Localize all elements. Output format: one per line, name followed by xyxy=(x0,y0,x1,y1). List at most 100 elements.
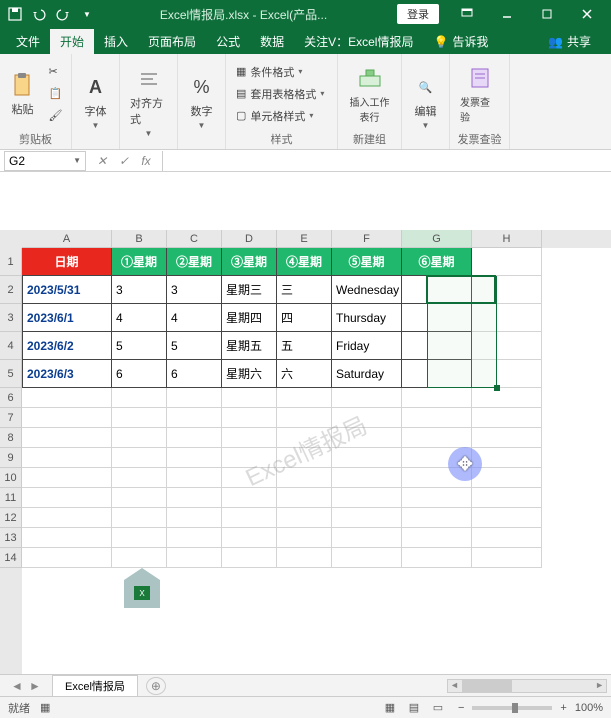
cell[interactable] xyxy=(167,388,222,408)
cell[interactable] xyxy=(472,528,542,548)
zoom-slider[interactable] xyxy=(472,706,552,710)
data-cell[interactable]: 星期六 xyxy=(222,360,277,388)
cell[interactable] xyxy=(277,468,332,488)
data-cell[interactable]: 五 xyxy=(277,332,332,360)
data-cell[interactable] xyxy=(402,360,472,388)
cell[interactable] xyxy=(277,528,332,548)
date-cell[interactable]: 2023/5/31 xyxy=(22,276,112,304)
data-cell[interactable]: 5 xyxy=(112,332,167,360)
table-header[interactable]: ⑥星期 xyxy=(402,248,472,276)
cell[interactable] xyxy=(112,448,167,468)
data-cell[interactable]: 星期四 xyxy=(222,304,277,332)
col-header[interactable]: B xyxy=(112,230,167,248)
cell[interactable] xyxy=(22,428,112,448)
row-header[interactable]: 2 xyxy=(0,276,22,304)
edit-button[interactable]: 🔍编辑▼ xyxy=(408,71,444,132)
data-cell[interactable]: Saturday xyxy=(332,360,402,388)
enter-formula-icon[interactable]: ✓ xyxy=(116,154,132,168)
table-header[interactable]: ①星期 xyxy=(112,248,167,276)
tab-home[interactable]: 开始 xyxy=(50,29,94,54)
cell[interactable] xyxy=(22,488,112,508)
redo-icon[interactable] xyxy=(52,3,74,25)
cell[interactable] xyxy=(112,388,167,408)
cell[interactable] xyxy=(332,428,402,448)
cell[interactable] xyxy=(222,488,277,508)
maximize-icon[interactable] xyxy=(527,0,567,28)
row-header[interactable]: 6 xyxy=(0,388,22,408)
page-break-view-icon[interactable]: ▭ xyxy=(427,699,449,717)
cell[interactable] xyxy=(472,332,542,360)
cell[interactable] xyxy=(22,448,112,468)
cell[interactable] xyxy=(277,388,332,408)
cell[interactable] xyxy=(402,488,472,508)
cell[interactable] xyxy=(277,428,332,448)
save-icon[interactable] xyxy=(4,3,26,25)
share-button[interactable]: 👥共享 xyxy=(538,29,601,54)
cell[interactable] xyxy=(332,388,402,408)
cell[interactable] xyxy=(402,528,472,548)
cell[interactable] xyxy=(22,388,112,408)
cell[interactable] xyxy=(277,508,332,528)
horizontal-scrollbar[interactable]: ◄► xyxy=(447,679,607,693)
cut-icon[interactable]: ✂ xyxy=(45,62,67,82)
table-header[interactable]: ④星期 xyxy=(277,248,332,276)
row-header[interactable]: 13 xyxy=(0,528,22,548)
data-cell[interactable]: 星期三 xyxy=(222,276,277,304)
row-header[interactable]: 9 xyxy=(0,448,22,468)
cell[interactable] xyxy=(22,468,112,488)
cell[interactable] xyxy=(22,508,112,528)
tab-layout[interactable]: 页面布局 xyxy=(138,29,206,54)
fx-icon[interactable]: fx xyxy=(138,154,154,168)
date-cell[interactable]: 2023/6/1 xyxy=(22,304,112,332)
cell[interactable] xyxy=(332,548,402,568)
row-header[interactable]: 5 xyxy=(0,360,22,388)
cell[interactable] xyxy=(332,528,402,548)
cell[interactable] xyxy=(112,508,167,528)
tab-formula[interactable]: 公式 xyxy=(206,29,250,54)
tab-data[interactable]: 数据 xyxy=(250,29,294,54)
cell[interactable] xyxy=(222,528,277,548)
table-header[interactable]: ②星期 xyxy=(167,248,222,276)
add-sheet-button[interactable]: ⊕ xyxy=(146,677,166,695)
row-header[interactable]: 10 xyxy=(0,468,22,488)
cell[interactable] xyxy=(332,468,402,488)
paste-button[interactable]: 粘贴 xyxy=(5,69,41,119)
cell[interactable] xyxy=(112,428,167,448)
col-header[interactable]: C xyxy=(167,230,222,248)
conditional-format-button[interactable]: ▦条件格式▾ xyxy=(232,62,331,82)
data-cell[interactable]: 4 xyxy=(112,304,167,332)
cell[interactable] xyxy=(222,468,277,488)
row-header[interactable]: 1 xyxy=(0,248,22,276)
ribbon-options-icon[interactable] xyxy=(447,0,487,28)
cell[interactable] xyxy=(472,408,542,428)
data-cell[interactable]: 四 xyxy=(277,304,332,332)
col-header[interactable]: H xyxy=(472,230,542,248)
cell[interactable] xyxy=(332,488,402,508)
data-cell[interactable] xyxy=(402,276,472,304)
cell[interactable] xyxy=(472,468,542,488)
row-header[interactable]: 14 xyxy=(0,548,22,568)
cell[interactable] xyxy=(472,360,542,388)
row-header[interactable]: 3 xyxy=(0,304,22,332)
cell[interactable] xyxy=(22,528,112,548)
cell[interactable] xyxy=(167,528,222,548)
normal-view-icon[interactable]: ▦ xyxy=(379,699,401,717)
cell[interactable] xyxy=(167,428,222,448)
cell[interactable] xyxy=(402,508,472,528)
tell-me[interactable]: 💡告诉我 xyxy=(423,29,498,54)
cell[interactable] xyxy=(472,448,542,468)
zoom-level[interactable]: 100% xyxy=(575,702,603,714)
cancel-formula-icon[interactable]: ✕ xyxy=(94,154,110,168)
minimize-icon[interactable] xyxy=(487,0,527,28)
col-header[interactable]: D xyxy=(222,230,277,248)
number-button[interactable]: %数字▼ xyxy=(184,71,220,132)
data-cell[interactable]: Thursday xyxy=(332,304,402,332)
cell[interactable] xyxy=(402,428,472,448)
cell[interactable] xyxy=(22,548,112,568)
row-header[interactable]: 4 xyxy=(0,332,22,360)
cell-style-button[interactable]: ▢单元格样式▾ xyxy=(232,106,331,126)
tab-insert[interactable]: 插入 xyxy=(94,29,138,54)
cell[interactable] xyxy=(402,548,472,568)
cell[interactable] xyxy=(277,408,332,428)
cell[interactable] xyxy=(277,548,332,568)
